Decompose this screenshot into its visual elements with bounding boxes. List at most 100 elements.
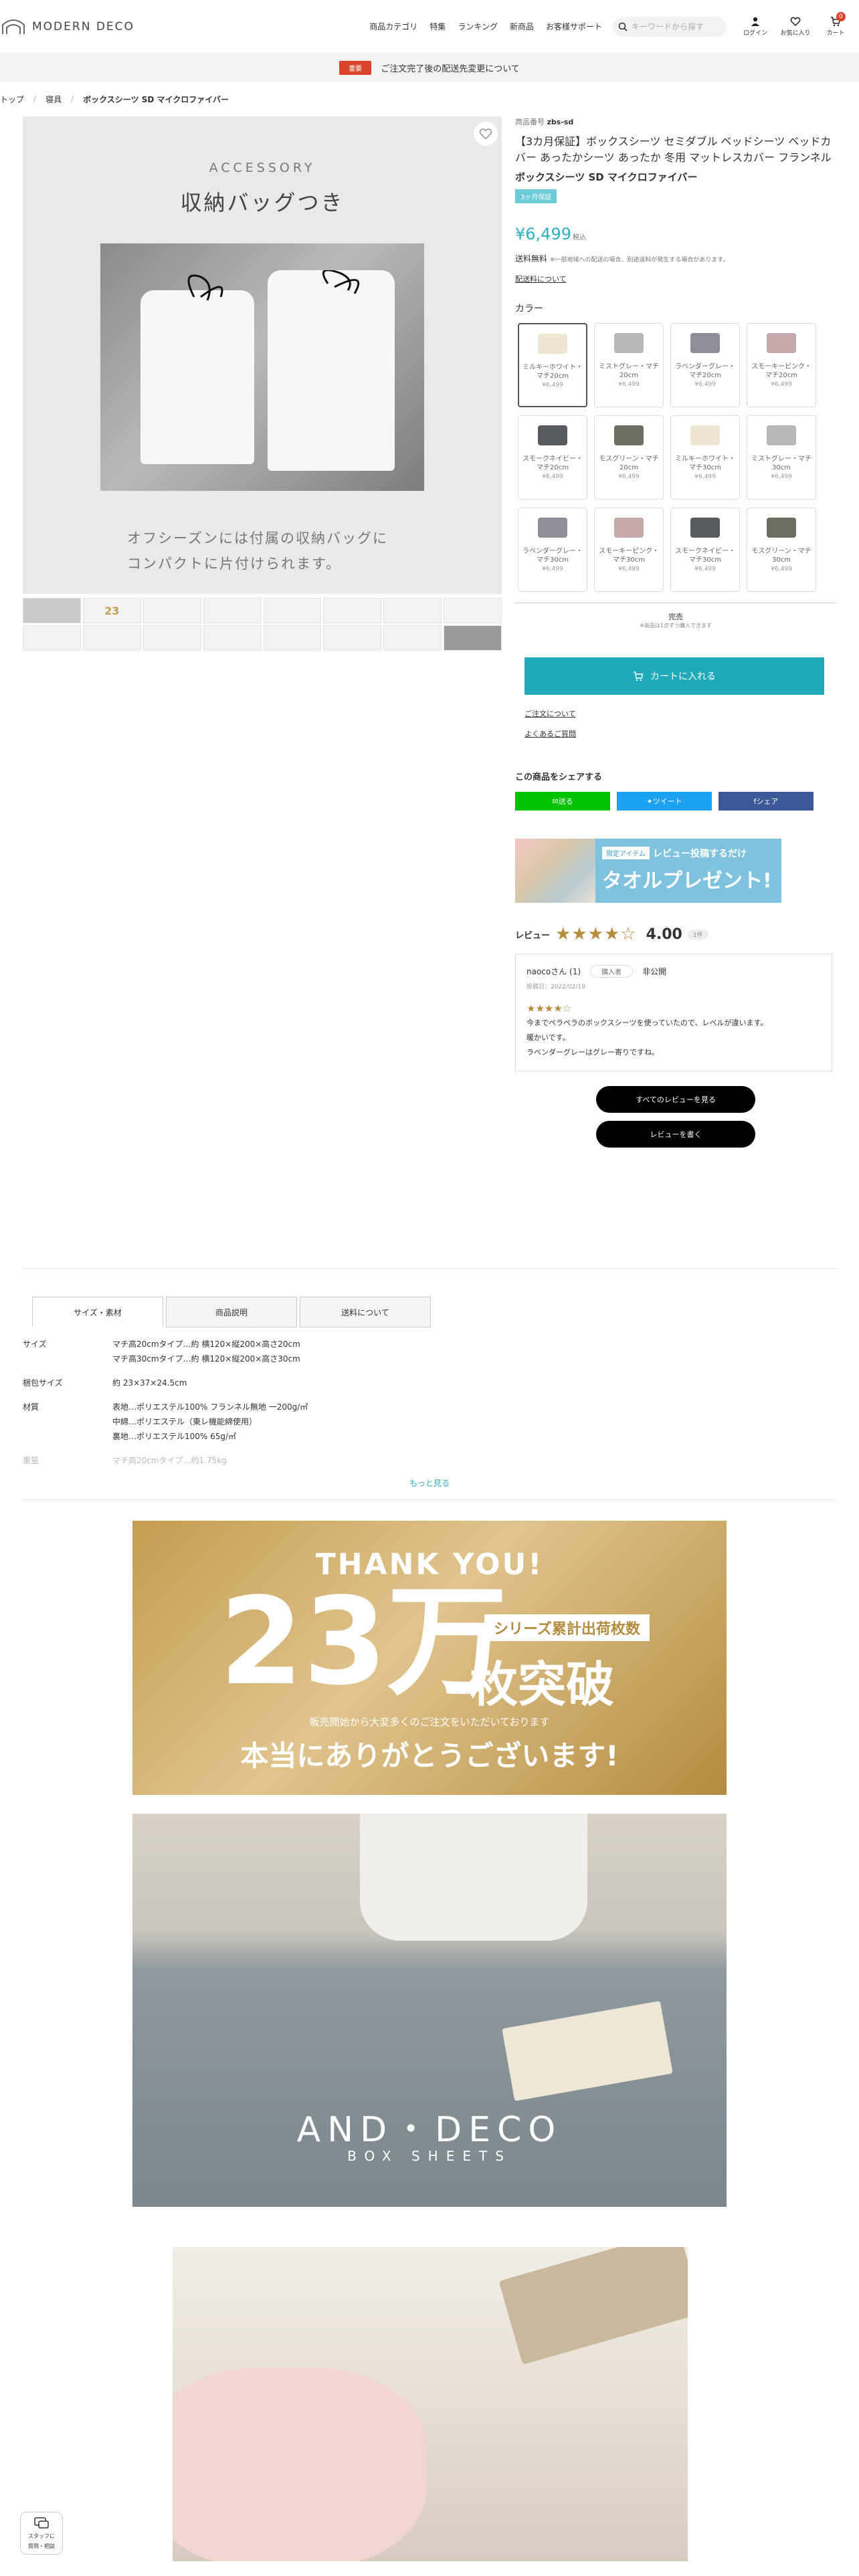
color-swatch[interactable]: スモークネイビー・マチ20cm ¥6,499 [518, 415, 587, 500]
thumbnail[interactable] [23, 625, 81, 651]
color-swatch[interactable]: スモーキーピンク・マチ20cm ¥6,499 [747, 323, 816, 407]
search-input[interactable]: キーワードから探す [613, 16, 727, 37]
facebook-share-label: シェア [756, 797, 779, 806]
chat-icon [34, 2517, 49, 2529]
staff-chat-button[interactable]: スタッフに 質問・相談 [20, 2512, 63, 2555]
blanket-shape [173, 2367, 427, 2561]
color-swatch[interactable]: モスグリーン・マチ20cm ¥6,499 [594, 415, 664, 500]
color-swatch[interactable]: ミルキーホワイト・マチ30cm ¥6,499 [670, 415, 740, 500]
favorites-button[interactable]: お気に入り [780, 16, 811, 37]
swatch-name: スモークネイビー・マチ30cm [675, 548, 735, 564]
thumbnail[interactable] [444, 598, 502, 623]
product-info: 商品番号 zbs-sd 【3カ月保証】ボックスシーツ セミダブル ベッドシーツ … [515, 116, 836, 1148]
detail-tabs: サイズ・素材 商品説明 送料について [32, 1297, 836, 1327]
thanks-suffix: 枚突破 [470, 1656, 615, 1713]
write-review-button[interactable]: レビューを書く [596, 1121, 755, 1148]
color-swatch[interactable]: ミストグレー・マチ30cm ¥6,499 [747, 415, 816, 500]
review-card: naocoさん (1) 購入者 非公開 投稿日：2022/02/19 ★★★★☆… [515, 954, 832, 1071]
breadcrumb-top[interactable]: トップ [0, 94, 24, 105]
add-to-cart-button[interactable]: カートに入れる [524, 657, 824, 695]
cart-button[interactable]: 0 カート [820, 12, 851, 37]
all-reviews-button[interactable]: すべてのレビューを見る [596, 1086, 755, 1113]
nav-support[interactable]: お客様サポート [546, 21, 602, 32]
review-date: 投稿日：2022/02/19 [527, 984, 585, 990]
tab-size-material[interactable]: サイズ・素材 [32, 1297, 163, 1327]
nav-category[interactable]: 商品カテゴリ [369, 21, 417, 32]
color-swatch[interactable]: スモークネイビー・マチ30cm ¥6,499 [670, 508, 740, 592]
review-text-line: 暖かいです。 [527, 1033, 570, 1042]
swatch-color-chip [767, 425, 796, 445]
pillow-shape [360, 1814, 587, 1941]
swatch-price: ¥6,499 [771, 381, 792, 388]
chat-label-1: スタッフに [28, 2533, 55, 2539]
favorite-toggle[interactable] [474, 122, 498, 146]
line-icon: ✉ [552, 796, 559, 806]
swatch-price: ¥6,499 [771, 473, 792, 480]
nav-feature[interactable]: 特集 [430, 21, 446, 32]
thumbnail[interactable] [383, 598, 442, 623]
facebook-share-button[interactable]: f シェア [719, 792, 814, 811]
line-share-button[interactable]: ✉ 送る [515, 792, 610, 811]
search-icon [618, 22, 628, 31]
tab-description[interactable]: 商品説明 [166, 1297, 297, 1327]
show-more-link[interactable]: もっと見る [23, 1477, 836, 1500]
swatch-color-chip [538, 425, 567, 445]
tab-shipping[interactable]: 送料について [300, 1297, 431, 1327]
spec-key: 重量 [23, 1456, 39, 1465]
order-info-link[interactable]: ご注文について [524, 708, 836, 719]
chat-label-2: 質問・相談 [28, 2543, 55, 2549]
thumbnail[interactable] [323, 625, 382, 651]
site-logo[interactable]: MODERN DECO [1, 18, 134, 35]
cart-icon [634, 671, 644, 681]
thumbnail[interactable] [383, 625, 442, 651]
thumbnail[interactable] [142, 598, 201, 623]
color-swatch[interactable]: スモーキーピンク・マチ30cm ¥6,499 [594, 508, 664, 592]
main-product-image[interactable]: ACCESSORY 収納バッグつき オフシーズンには付属の収納バッグに コンパク… [23, 116, 502, 594]
thumbnail[interactable] [203, 625, 262, 651]
color-swatch[interactable]: モスグリーン・マチ30cm ¥6,499 [747, 508, 816, 592]
spec-line: 裏地…ポリエステル100% 65g/㎡ [112, 1432, 237, 1441]
shipping-free: 送料無料 [515, 254, 548, 263]
thumbnail[interactable]: 23 [82, 598, 141, 623]
swatch-price: ¥6,499 [618, 473, 640, 480]
delivery-fee-link[interactable]: 配送料について [515, 274, 567, 284]
thanks-badge: シリーズ累計出荷枚数 [484, 1614, 650, 1641]
review-campaign-banner[interactable]: 限定アイテム レビュー投稿するだけ タオルプレゼント! [515, 839, 781, 903]
product-number-value: zbs-sd [547, 118, 574, 126]
twitter-share-button[interactable]: ✦ ツイート [617, 792, 712, 811]
thumbnail[interactable] [23, 598, 81, 623]
color-swatch[interactable]: ミルキーホワイト・マチ20cm ¥6,499 [518, 323, 587, 407]
thanks-banner: THANK YOU! 23万 シリーズ累計出荷枚数 枚突破 販売開始から大変多く… [132, 1521, 727, 1795]
product-price: ¥6,499 税込 [515, 225, 836, 243]
breadcrumb-category[interactable]: 寝具 [45, 94, 62, 105]
nav-ranking[interactable]: ランキング [458, 21, 498, 32]
review-user-row: naocoさん (1) 購入者 非公開 [527, 965, 821, 978]
nav-new[interactable]: 新商品 [510, 21, 534, 32]
color-swatch[interactable]: ミストグレー・マチ20cm ¥6,499 [594, 323, 664, 407]
thumbnail[interactable] [263, 625, 322, 651]
swatch-color-chip [767, 333, 796, 353]
thumbnail[interactable] [82, 625, 141, 651]
thumbnail[interactable] [444, 625, 502, 651]
spec-key: 材質 [23, 1402, 39, 1412]
product-main: ACCESSORY 収納バッグつき オフシーズンには付属の収納バッグに コンパク… [0, 116, 859, 1253]
warranty-tag: 3ヶ月保証 [515, 189, 557, 203]
color-swatch[interactable]: ラベンダーグレー・マチ20cm ¥6,499 [670, 323, 740, 407]
login-button[interactable]: ログイン [740, 16, 771, 37]
twitter-icon: ✦ [646, 796, 653, 806]
thanks-main: 本当にありがとうございます! [240, 1739, 619, 1772]
review-rating: ★★★★☆ [527, 1002, 572, 1014]
thumbnail[interactable] [323, 598, 382, 623]
thumbnail[interactable] [142, 625, 201, 651]
notice-bar[interactable]: 重要 ご注文完了後の配送先変更について [0, 53, 859, 82]
brand-name: MODERN DECO [32, 19, 134, 33]
buyer-badge: 購入者 [590, 965, 634, 978]
help-links: ご注文について よくあるご質問 [524, 708, 836, 739]
notice-text[interactable]: ご注文完了後の配送先変更について [381, 62, 520, 74]
user-icon [751, 17, 759, 26]
thumbnail[interactable] [263, 598, 322, 623]
thumbnail[interactable] [203, 598, 262, 623]
color-swatch[interactable]: ラベンダーグレー・マチ30cm ¥6,499 [518, 508, 587, 592]
faq-link[interactable]: よくあるご質問 [524, 728, 836, 739]
share-title: この商品をシェアする [515, 772, 603, 782]
